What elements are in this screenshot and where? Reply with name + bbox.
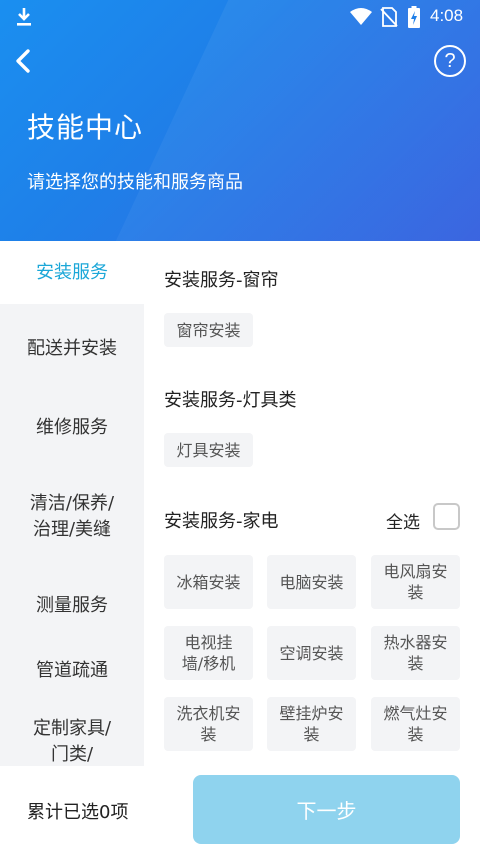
bottom-bar: 累计已选0项 下一步 [0,766,480,853]
header-decoration [93,0,480,241]
sidebar-item-measure[interactable]: 测量服务 [0,572,144,640]
section-title-lighting: 安装服务-灯具类 [164,390,297,411]
section-title-curtain: 安装服务-窗帘 [164,270,279,291]
tag-boiler-install[interactable]: 壁挂炉安装 [267,697,356,751]
tag-water-heater-install[interactable]: 热水器安装 [371,626,460,680]
status-time: 4:08 [430,6,464,25]
sidebar-item-install[interactable]: 安装服务 [0,241,144,304]
back-arrow-icon[interactable] [10,46,38,76]
sidebar-item-repair[interactable]: 维修服务 [0,394,144,462]
tag-curtain-install[interactable]: 窗帘安装 [164,313,253,347]
page-title: 技能中心 [27,111,144,144]
select-all-label: 全选 [386,513,420,533]
sidebar-item-pipe[interactable]: 管道疏通 [0,640,144,702]
select-all-checkbox[interactable] [433,503,460,530]
header-banner: 4:08 ? 技能中心 请选择您的技能和服务商品 [0,0,480,241]
tag-tv-mount[interactable]: 电视挂墙/移机 [164,626,253,680]
tag-fridge-install[interactable]: 冰箱安装 [164,555,253,609]
help-icon[interactable]: ? [434,45,466,77]
sidebar-item-cleaning[interactable]: 清洁/保养/治理/美缝 [0,462,144,572]
no-sim-icon [380,7,398,27]
tag-gas-stove-install[interactable]: 燃气灶安装 [371,697,460,751]
battery-charging-icon [408,6,420,28]
tag-fan-install[interactable]: 电风扇安装 [371,555,460,609]
page-subtitle: 请选择您的技能和服务商品 [27,172,243,193]
section-title-appliance: 安装服务-家电 [164,511,279,532]
next-step-button[interactable]: 下一步 [193,775,460,844]
tag-computer-install[interactable]: 电脑安装 [267,555,356,609]
tag-lighting-install[interactable]: 灯具安装 [164,433,253,467]
tag-washer-install[interactable]: 洗衣机安装 [164,697,253,751]
selected-count: 累计已选0项 [27,802,129,823]
sidebar-item-custom-furniture[interactable]: 定制家具/门类/ [0,716,144,766]
category-sidebar: 安装服务 配送并安装 维修服务 清洁/保养/治理/美缝 测量服务 管道疏通 定制… [0,241,144,766]
download-icon [17,8,31,26]
sidebar-item-delivery-install[interactable]: 配送并安装 [0,304,144,394]
status-bar: 4:08 [0,0,480,34]
tag-ac-install[interactable]: 空调安装 [267,626,356,680]
wifi-icon [350,8,372,25]
